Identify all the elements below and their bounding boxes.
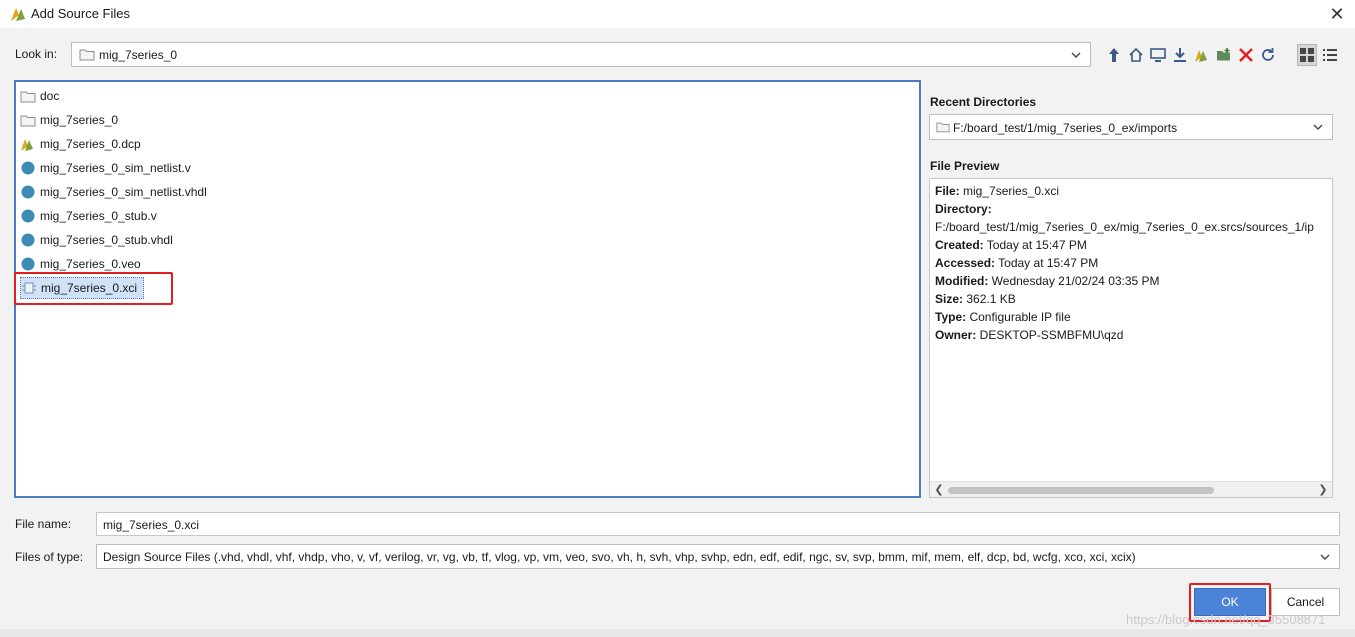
watermark: https://blog.csdn.net/qq_35508871 <box>1126 612 1326 627</box>
preview-size: Size: 362.1 KB <box>935 292 1016 306</box>
folder-icon <box>20 88 36 104</box>
look-in-combo[interactable]: mig_7series_0 <box>71 42 1091 67</box>
scroll-right-icon[interactable]: ❯ <box>1316 483 1330 497</box>
recent-directory-value: F:/board_test/1/mig_7series_0_ex/imports <box>953 121 1178 135</box>
scrollbar-thumb[interactable] <box>948 487 1214 494</box>
up-folder-icon[interactable] <box>1104 44 1124 66</box>
files-of-type-label: Files of type: <box>15 550 84 564</box>
preview-directory-value: F:/board_test/1/mig_7series_0_ex/mig_7se… <box>935 220 1314 234</box>
look-in-value: mig_7series_0 <box>99 48 178 62</box>
refresh-icon[interactable] <box>1258 44 1278 66</box>
home-icon[interactable] <box>1126 44 1146 66</box>
window-bottom-edge <box>0 629 1355 637</box>
delete-icon[interactable] <box>1236 44 1256 66</box>
close-icon[interactable]: ✕ <box>1326 3 1348 25</box>
folder-icon <box>936 122 950 133</box>
new-folder-icon[interactable] <box>1214 44 1234 66</box>
list-item[interactable]: mig_7series_0.veo <box>20 253 147 275</box>
chevron-down-icon <box>1313 124 1323 130</box>
preview-created: Created: Today at 15:47 PM <box>935 238 1087 252</box>
horizontal-scrollbar[interactable]: ❮ ❯ <box>930 481 1332 497</box>
download-icon[interactable] <box>1170 44 1190 66</box>
file-name: mig_7series_0_stub.vhdl <box>40 233 173 247</box>
file-name: mig_7series_0.veo <box>40 257 141 271</box>
recent-directories-heading: Recent Directories <box>930 95 1037 109</box>
file-name: mig_7series_0_sim_netlist.v <box>40 161 191 175</box>
chevron-down-icon <box>1320 554 1330 560</box>
preview-owner: Owner: DESKTOP-SSMBFMU\qzd <box>935 328 1124 342</box>
list-item[interactable]: doc <box>20 85 65 107</box>
folder-icon <box>79 49 95 61</box>
files-of-type-combo[interactable]: Design Source Files (.vhd, vhdl, vhf, vh… <box>96 544 1340 569</box>
list-item-selected[interactable]: mig_7series_0.xci <box>20 277 145 299</box>
file-preview-heading: File Preview <box>930 159 1000 173</box>
files-of-type-value: Design Source Files (.vhd, vhdl, vhf, vh… <box>103 550 1136 564</box>
preview-accessed: Accessed: Today at 15:47 PM <box>935 256 1099 270</box>
file-name: mig_7series_0 <box>40 113 119 127</box>
preview-file: File: mig_7series_0.xci <box>935 184 1060 198</box>
preview-modified: Modified: Wednesday 21/02/24 03:35 PM <box>935 274 1160 288</box>
recent-directories-combo[interactable]: F:/board_test/1/mig_7series_0_ex/imports <box>929 114 1333 140</box>
scroll-left-icon[interactable]: ❮ <box>932 483 946 497</box>
list-item[interactable]: mig_7series_0 <box>20 109 124 131</box>
title-bar: Add Source Files ✕ <box>0 0 1355 28</box>
list-view-icon[interactable] <box>1320 44 1340 66</box>
file-preview-panel: File: mig_7series_0.xci Directory: F:/bo… <box>929 178 1333 498</box>
chevron-down-icon <box>1071 52 1081 58</box>
vivado-logo-icon <box>11 8 25 21</box>
source-file-icon <box>20 160 36 176</box>
source-file-icon <box>20 208 36 224</box>
look-in-label: Look in: <box>15 47 58 61</box>
file-name: mig_7series_0.xci <box>41 281 138 295</box>
preview-type: Type: Configurable IP file <box>935 310 1071 324</box>
vivado-icon <box>20 136 36 152</box>
grid-view-icon[interactable] <box>1297 44 1317 66</box>
project-icon[interactable] <box>1192 44 1212 66</box>
file-name: mig_7series_0_stub.v <box>40 209 157 223</box>
source-file-icon <box>20 184 36 200</box>
list-item[interactable]: mig_7series_0_stub.v <box>20 205 163 227</box>
window-title: Add Source Files <box>31 6 130 21</box>
file-name-label: File name: <box>15 517 72 531</box>
source-file-icon <box>20 256 36 272</box>
file-name: mig_7series_0_sim_netlist.vhdl <box>40 185 207 199</box>
source-file-icon <box>20 232 36 248</box>
folder-icon <box>20 112 36 128</box>
preview-directory-label: Directory: <box>935 202 992 216</box>
file-name: doc <box>40 89 60 103</box>
list-item[interactable]: mig_7series_0_stub.vhdl <box>20 229 179 251</box>
file-list[interactable]: doc mig_7series_0 mig_7series_0.dcp mig_… <box>14 80 921 498</box>
file-name: mig_7series_0.dcp <box>40 137 141 151</box>
file-name-input[interactable]: mig_7series_0.xci <box>96 512 1340 536</box>
ip-core-icon <box>21 280 37 296</box>
desktop-icon[interactable] <box>1148 44 1168 66</box>
list-item[interactable]: mig_7series_0_sim_netlist.v <box>20 157 197 179</box>
list-item[interactable]: mig_7series_0.dcp <box>20 133 147 155</box>
list-item[interactable]: mig_7series_0_sim_netlist.vhdl <box>20 181 213 203</box>
